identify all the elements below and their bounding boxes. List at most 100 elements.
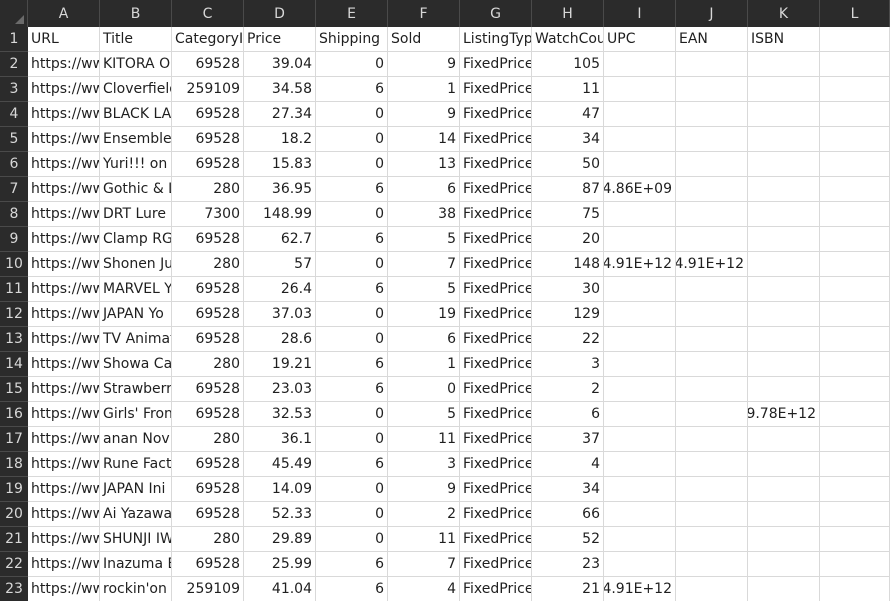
cell-a[interactable]: https://www — [28, 177, 100, 202]
cell-g[interactable]: FixedPrice — [460, 77, 532, 102]
cell-h[interactable]: 22 — [532, 327, 604, 352]
cell-l[interactable] — [820, 477, 890, 502]
cell-b[interactable]: anan Nov — [100, 427, 172, 452]
cell-d[interactable]: 26.4 — [244, 277, 316, 302]
cell-l[interactable] — [820, 202, 890, 227]
cell-f[interactable]: 5 — [388, 227, 460, 252]
row-header[interactable]: 17 — [0, 427, 28, 452]
cell-h[interactable]: 3 — [532, 352, 604, 377]
header-cell[interactable]: URL — [28, 27, 100, 52]
cell-k[interactable] — [748, 277, 820, 302]
row-header[interactable]: 3 — [0, 77, 28, 102]
row-header[interactable]: 13 — [0, 327, 28, 352]
row-header[interactable]: 5 — [0, 127, 28, 152]
cell-b[interactable]: BLACK LA — [100, 102, 172, 127]
cell-f[interactable]: 1 — [388, 352, 460, 377]
cell-a[interactable]: https://www — [28, 102, 100, 127]
cell-c[interactable]: 69528 — [172, 127, 244, 152]
row-header[interactable]: 7 — [0, 177, 28, 202]
cell-b[interactable]: Cloverfield — [100, 77, 172, 102]
cell-k[interactable] — [748, 127, 820, 152]
cell-g[interactable]: FixedPrice — [460, 352, 532, 377]
cell-f[interactable]: 19 — [388, 302, 460, 327]
cell-j[interactable] — [676, 427, 748, 452]
cell-k[interactable] — [748, 527, 820, 552]
cell-d[interactable]: 62.7 — [244, 227, 316, 252]
cell-b[interactable]: Girls' Fron — [100, 402, 172, 427]
cell-g[interactable]: FixedPrice — [460, 152, 532, 177]
cell-f[interactable]: 38 — [388, 202, 460, 227]
cell-k[interactable] — [748, 352, 820, 377]
cell-g[interactable]: FixedPrice — [460, 252, 532, 277]
cell-g[interactable]: FixedPrice — [460, 52, 532, 77]
cell-l[interactable] — [820, 577, 890, 601]
cell-h[interactable]: 34 — [532, 127, 604, 152]
cell-l[interactable] — [820, 527, 890, 552]
header-cell[interactable] — [820, 27, 890, 52]
cell-h[interactable]: 75 — [532, 202, 604, 227]
cell-i[interactable] — [604, 202, 676, 227]
cell-h[interactable]: 2 — [532, 377, 604, 402]
cell-e[interactable]: 0 — [316, 402, 388, 427]
cell-c[interactable]: 69528 — [172, 552, 244, 577]
cell-b[interactable]: Ensemble — [100, 127, 172, 152]
cell-d[interactable]: 14.09 — [244, 477, 316, 502]
cell-b[interactable]: Strawberry — [100, 377, 172, 402]
cell-k[interactable] — [748, 552, 820, 577]
cell-e[interactable]: 6 — [316, 77, 388, 102]
cell-a[interactable]: https://www — [28, 127, 100, 152]
column-header-g[interactable]: G — [460, 0, 532, 27]
cell-g[interactable]: FixedPrice — [460, 502, 532, 527]
cell-k[interactable] — [748, 477, 820, 502]
cell-f[interactable]: 6 — [388, 177, 460, 202]
cell-f[interactable]: 7 — [388, 252, 460, 277]
cell-b[interactable]: MARVEL Y — [100, 277, 172, 302]
cell-b[interactable]: Inazuma E — [100, 552, 172, 577]
cell-e[interactable]: 6 — [316, 452, 388, 477]
cell-h[interactable]: 23 — [532, 552, 604, 577]
cell-h[interactable]: 34 — [532, 477, 604, 502]
cell-b[interactable]: Rune Fact — [100, 452, 172, 477]
cell-k[interactable] — [748, 252, 820, 277]
cell-e[interactable]: 0 — [316, 302, 388, 327]
cell-c[interactable]: 280 — [172, 252, 244, 277]
cell-l[interactable] — [820, 502, 890, 527]
cell-d[interactable]: 52.33 — [244, 502, 316, 527]
cell-d[interactable]: 41.04 — [244, 577, 316, 601]
cell-h[interactable]: 37 — [532, 427, 604, 452]
cell-g[interactable]: FixedPrice — [460, 427, 532, 452]
cell-f[interactable]: 9 — [388, 477, 460, 502]
cell-h[interactable]: 11 — [532, 77, 604, 102]
cell-j[interactable] — [676, 527, 748, 552]
cell-l[interactable] — [820, 52, 890, 77]
column-header-b[interactable]: B — [100, 0, 172, 27]
cell-e[interactable]: 0 — [316, 102, 388, 127]
cell-e[interactable]: 6 — [316, 352, 388, 377]
cell-k[interactable] — [748, 77, 820, 102]
cell-h[interactable]: 30 — [532, 277, 604, 302]
cell-l[interactable] — [820, 327, 890, 352]
cell-l[interactable] — [820, 152, 890, 177]
cell-a[interactable]: https://www — [28, 152, 100, 177]
cell-c[interactable]: 69528 — [172, 377, 244, 402]
cell-d[interactable]: 36.95 — [244, 177, 316, 202]
cell-e[interactable]: 0 — [316, 427, 388, 452]
cell-i[interactable] — [604, 302, 676, 327]
cell-b[interactable]: Clamp RG — [100, 227, 172, 252]
cell-e[interactable]: 0 — [316, 202, 388, 227]
cell-c[interactable]: 7300 — [172, 202, 244, 227]
cell-l[interactable] — [820, 252, 890, 277]
cell-i[interactable] — [604, 277, 676, 302]
row-header[interactable]: 11 — [0, 277, 28, 302]
cell-e[interactable]: 0 — [316, 327, 388, 352]
cell-c[interactable]: 280 — [172, 427, 244, 452]
cell-l[interactable] — [820, 377, 890, 402]
cell-g[interactable]: FixedPrice — [460, 202, 532, 227]
cell-k[interactable]: 9.78E+12 — [748, 402, 820, 427]
cell-l[interactable] — [820, 302, 890, 327]
cell-l[interactable] — [820, 402, 890, 427]
cell-l[interactable] — [820, 277, 890, 302]
cell-e[interactable]: 0 — [316, 127, 388, 152]
cell-i[interactable] — [604, 402, 676, 427]
cell-c[interactable]: 280 — [172, 352, 244, 377]
